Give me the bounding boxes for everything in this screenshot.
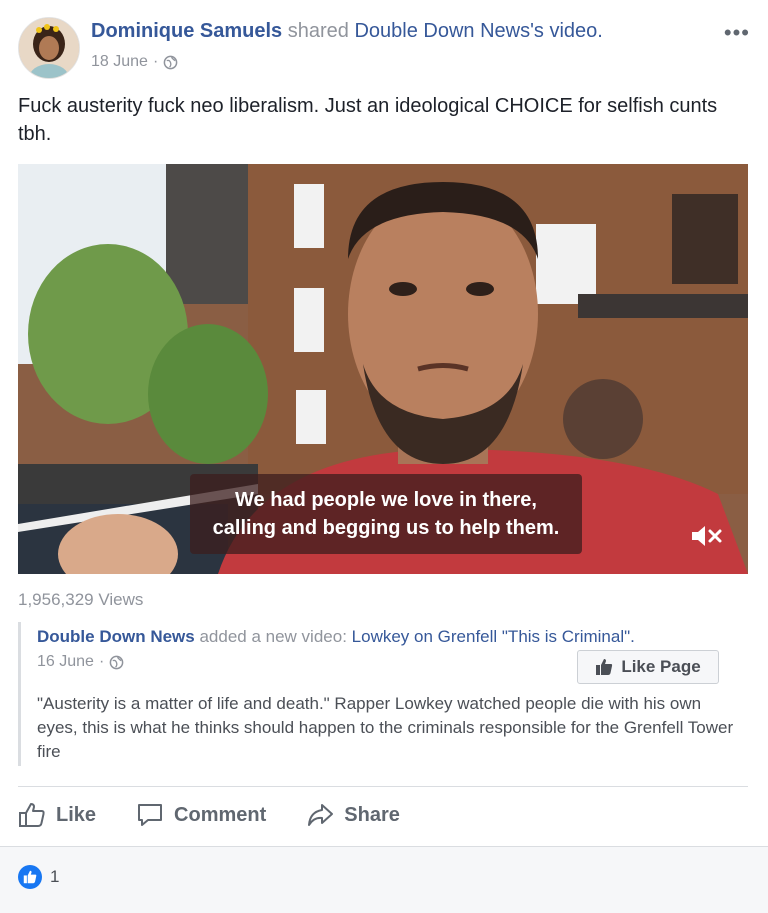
- shared-post-meta: 16 June ·: [37, 653, 124, 671]
- shared-label: shared: [287, 20, 349, 42]
- shared-post-description: "Austerity is a matter of life and death…: [37, 694, 734, 761]
- post-text: Fuck austerity fuck neo liberalism. Just…: [18, 95, 718, 145]
- like-thumb-icon: [19, 803, 45, 827]
- thumbs-up-icon: [596, 659, 613, 675]
- reaction-summary[interactable]: 1: [18, 865, 59, 889]
- facebook-post: Dominique Samuels shared Double Down New…: [0, 0, 768, 913]
- share-arrow-icon: [308, 804, 334, 826]
- author-avatar[interactable]: [18, 17, 80, 79]
- reaction-count: 1: [50, 867, 60, 886]
- post-meta: 18 June ·: [91, 53, 178, 71]
- shared-post-title: Double Down News added a new video: Lowk…: [37, 627, 635, 647]
- public-globe-icon: [163, 55, 178, 69]
- more-options-icon[interactable]: •••: [724, 20, 750, 46]
- author-name[interactable]: Dominique Samuels: [91, 20, 282, 42]
- post-date[interactable]: 18 June: [91, 53, 148, 71]
- post-actions: Like Comment Share: [18, 797, 400, 833]
- like-button[interactable]: Like: [18, 802, 96, 828]
- like-label: Like: [56, 803, 97, 826]
- post-header: Dominique Samuels shared Double Down New…: [91, 20, 603, 43]
- shared-post-date[interactable]: 16 June: [37, 653, 94, 671]
- comment-bubble-icon: [138, 804, 163, 826]
- meta-separator: ·: [152, 53, 159, 70]
- view-count: 1,956,329 Views: [18, 590, 144, 609]
- comment-button[interactable]: Comment: [136, 802, 266, 828]
- video-caption: We had people we love in there, calling …: [190, 474, 582, 554]
- shared-page-name[interactable]: Double Down News: [37, 627, 195, 646]
- source-suffix: 's: [530, 20, 544, 42]
- comment-label: Comment: [174, 803, 267, 826]
- like-page-label: Like Page: [621, 657, 701, 676]
- shared-post-attachment: Double Down News added a new video: Lowk…: [18, 622, 751, 766]
- source-page-link[interactable]: Double Down News: [354, 20, 530, 42]
- caption-line-1: We had people we love in there,: [235, 489, 537, 511]
- shared-video-title[interactable]: Lowkey on Grenfell "This is Criminal".: [352, 627, 635, 646]
- caption-line-2: calling and begging us to help them.: [212, 517, 560, 539]
- share-label: Share: [344, 803, 400, 826]
- share-button[interactable]: Share: [306, 802, 400, 828]
- like-reaction-icon: [18, 865, 42, 889]
- like-page-button[interactable]: Like Page: [577, 650, 719, 684]
- shared-action-text: added a new video:: [199, 627, 347, 646]
- action-divider: [18, 786, 748, 787]
- shared-meta-separator: ·: [98, 653, 105, 670]
- mute-icon[interactable]: [690, 523, 724, 549]
- shared-object-link[interactable]: video.: [549, 20, 602, 42]
- reactions-footer: 1: [0, 846, 768, 913]
- public-globe-icon: [109, 655, 124, 669]
